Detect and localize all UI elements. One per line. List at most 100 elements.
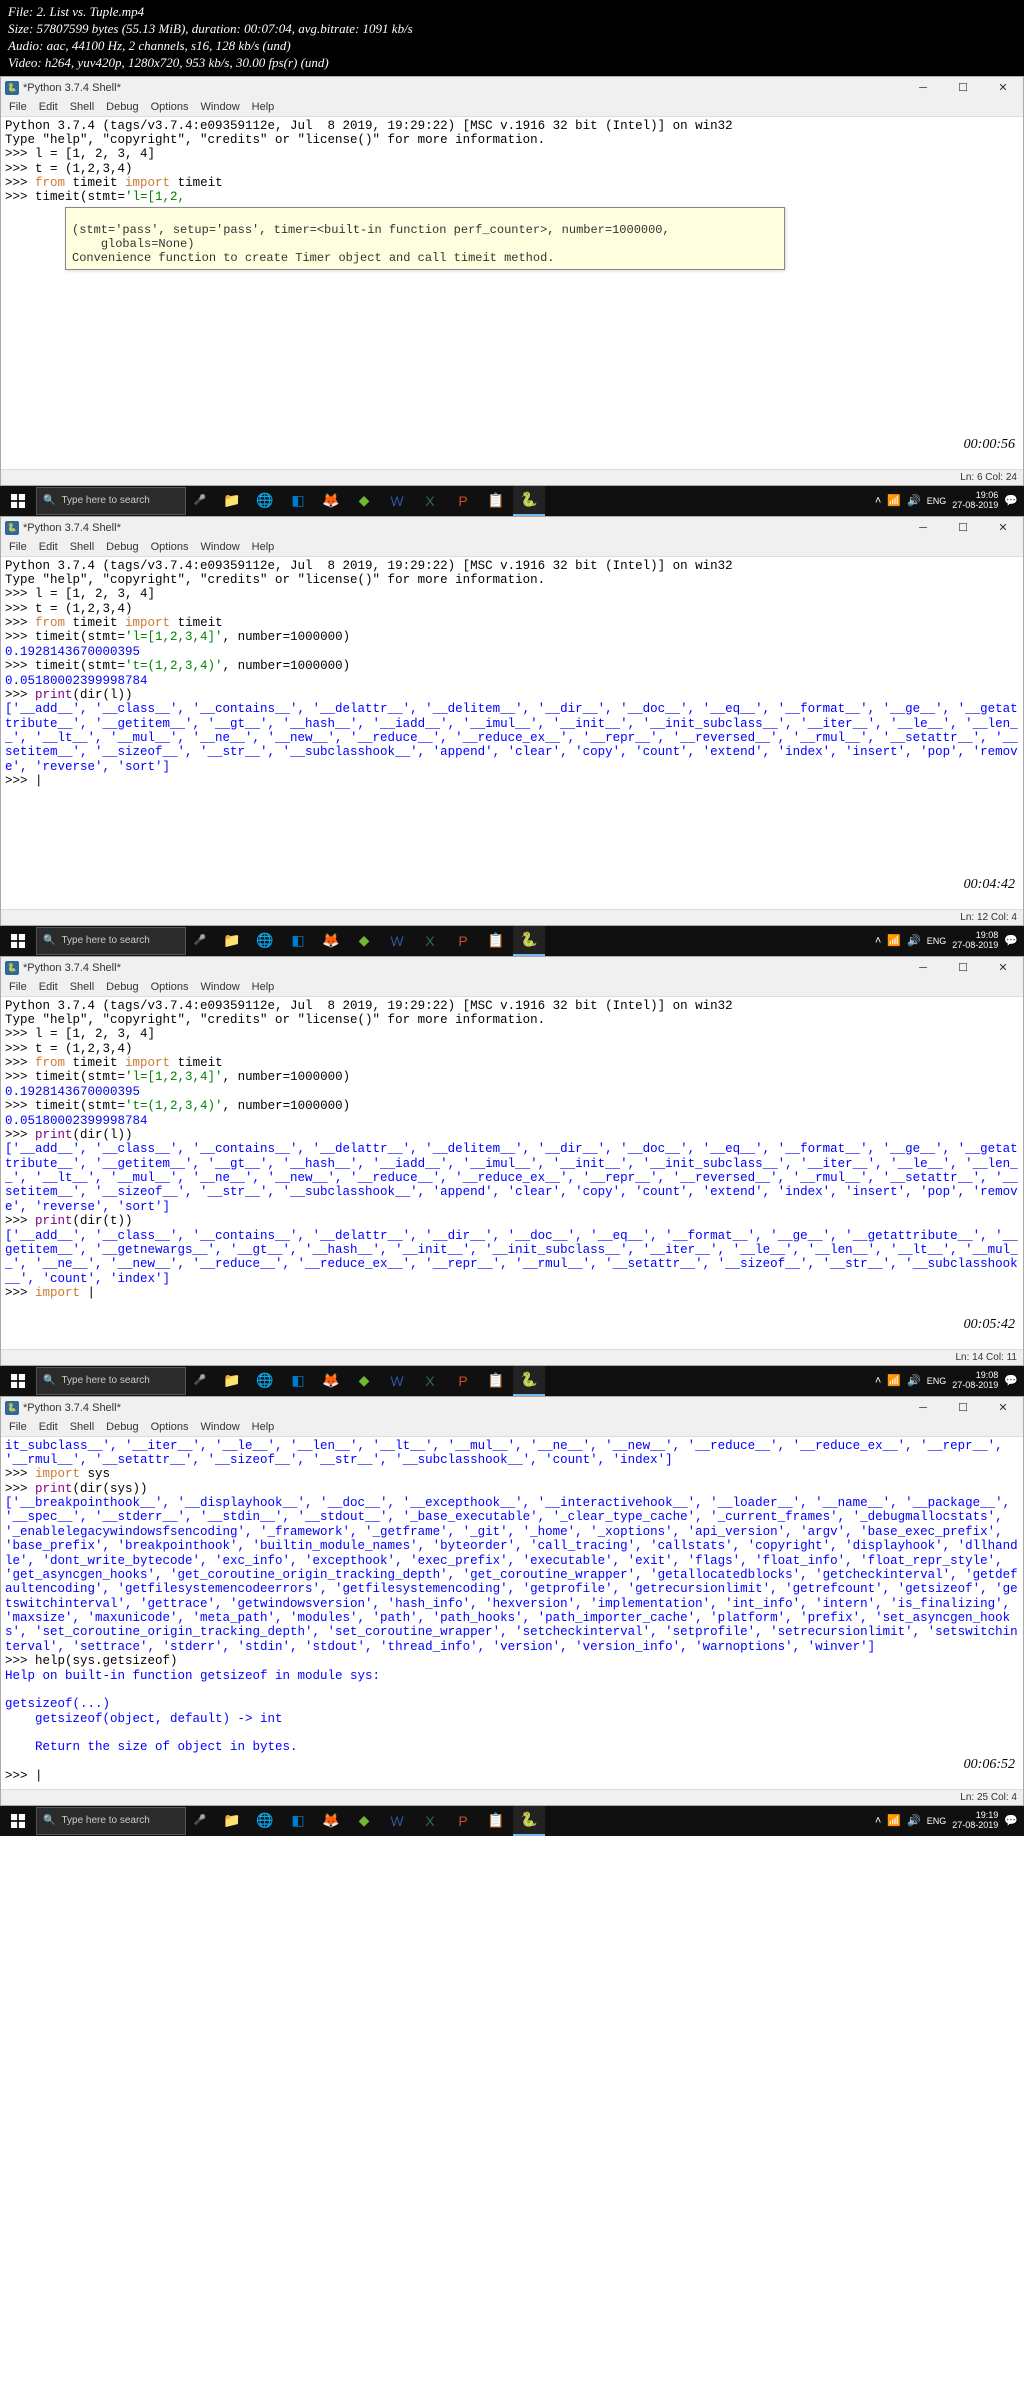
python-task-icon[interactable]: 🐍 <box>513 1366 545 1396</box>
minimize-button[interactable]: ─ <box>903 957 943 979</box>
excel-icon[interactable]: X <box>414 486 446 516</box>
menu-file[interactable]: File <box>5 100 31 114</box>
firefox-icon[interactable]: 🦊 <box>315 926 347 956</box>
tray-wifi-icon[interactable]: 📶 <box>887 1374 901 1387</box>
tray-lang[interactable]: ENG <box>927 936 947 946</box>
tray-lang[interactable]: ENG <box>927 1376 947 1386</box>
tray-notification-icon[interactable]: 💬 <box>1004 494 1018 507</box>
python-task-icon[interactable]: 🐍 <box>513 1806 545 1836</box>
task-icon[interactable]: 📋 <box>480 486 512 516</box>
start-button[interactable] <box>0 926 36 956</box>
start-button[interactable] <box>0 1366 36 1396</box>
taskbar-search[interactable]: 🔍Type here to search <box>36 927 186 955</box>
chrome-icon[interactable]: 🌐 <box>249 1806 281 1836</box>
tray-chevron-icon[interactable]: ˄ <box>875 1815 881 1827</box>
taskbar-search[interactable]: 🔍Type here to search <box>36 1807 186 1835</box>
word-icon[interactable]: W <box>381 1366 413 1396</box>
ppt-icon[interactable]: P <box>447 486 479 516</box>
menu-edit[interactable]: Edit <box>35 1420 62 1434</box>
menu-file[interactable]: File <box>5 980 31 994</box>
tray-volume-icon[interactable]: 🔊 <box>907 494 921 507</box>
chrome-icon[interactable]: 🌐 <box>249 1366 281 1396</box>
chrome-icon[interactable]: 🌐 <box>249 926 281 956</box>
vscode-icon[interactable]: ◧ <box>282 1806 314 1836</box>
ppt-icon[interactable]: P <box>447 1806 479 1836</box>
tray-volume-icon[interactable]: 🔊 <box>907 1814 921 1827</box>
excel-icon[interactable]: X <box>414 1366 446 1396</box>
menu-debug[interactable]: Debug <box>102 980 142 994</box>
tray-chevron-icon[interactable]: ˄ <box>875 1375 881 1387</box>
taskbar-clock[interactable]: 19:0827-08-2019 <box>952 1371 998 1390</box>
maximize-button[interactable]: ☐ <box>943 517 983 539</box>
ppt-icon[interactable]: P <box>447 1366 479 1396</box>
ppt-icon[interactable]: P <box>447 926 479 956</box>
shell-content[interactable]: Python 3.7.4 (tags/v3.7.4:e09359112e, Ju… <box>1 557 1023 909</box>
start-button[interactable] <box>0 486 36 516</box>
file-explorer-icon[interactable]: 📁 <box>216 1806 248 1836</box>
task-icon[interactable]: 📋 <box>480 1806 512 1836</box>
taskbar-search[interactable]: 🔍Type here to search <box>36 1367 186 1395</box>
minimize-button[interactable]: ─ <box>903 77 943 99</box>
menu-help[interactable]: Help <box>248 540 279 554</box>
cortana-mic-icon[interactable]: 🎤 <box>186 1815 214 1826</box>
word-icon[interactable]: W <box>381 926 413 956</box>
titlebar[interactable]: 🐍 *Python 3.7.4 Shell* ─ ☐ ✕ <box>1 517 1023 539</box>
minimize-button[interactable]: ─ <box>903 1397 943 1419</box>
python-task-icon[interactable]: 🐍 <box>513 486 545 516</box>
menu-debug[interactable]: Debug <box>102 540 142 554</box>
file-explorer-icon[interactable]: 📁 <box>216 1366 248 1396</box>
maximize-button[interactable]: ☐ <box>943 957 983 979</box>
file-explorer-icon[interactable]: 📁 <box>216 926 248 956</box>
menu-file[interactable]: File <box>5 1420 31 1434</box>
menu-file[interactable]: File <box>5 540 31 554</box>
python-task-icon[interactable]: 🐍 <box>513 926 545 956</box>
maximize-button[interactable]: ☐ <box>943 1397 983 1419</box>
menu-edit[interactable]: Edit <box>35 540 62 554</box>
close-button[interactable]: ✕ <box>983 1397 1023 1419</box>
menu-edit[interactable]: Edit <box>35 980 62 994</box>
tray-volume-icon[interactable]: 🔊 <box>907 934 921 947</box>
menu-shell[interactable]: Shell <box>66 100 98 114</box>
menu-edit[interactable]: Edit <box>35 100 62 114</box>
camtasia-icon[interactable]: ◆ <box>348 486 380 516</box>
menu-help[interactable]: Help <box>248 980 279 994</box>
start-button[interactable] <box>0 1806 36 1836</box>
menu-options[interactable]: Options <box>147 1420 193 1434</box>
maximize-button[interactable]: ☐ <box>943 77 983 99</box>
tray-notification-icon[interactable]: 💬 <box>1004 1374 1018 1387</box>
tray-wifi-icon[interactable]: 📶 <box>887 934 901 947</box>
close-button[interactable]: ✕ <box>983 957 1023 979</box>
tray-lang[interactable]: ENG <box>927 496 947 506</box>
shell-content[interactable]: Python 3.7.4 (tags/v3.7.4:e09359112e, Ju… <box>1 117 1023 469</box>
vscode-icon[interactable]: ◧ <box>282 926 314 956</box>
tray-notification-icon[interactable]: 💬 <box>1004 1814 1018 1827</box>
minimize-button[interactable]: ─ <box>903 517 943 539</box>
menu-window[interactable]: Window <box>197 100 244 114</box>
close-button[interactable]: ✕ <box>983 517 1023 539</box>
taskbar-clock[interactable]: 19:0627-08-2019 <box>952 491 998 510</box>
menu-options[interactable]: Options <box>147 980 193 994</box>
taskbar-clock[interactable]: 19:0827-08-2019 <box>952 931 998 950</box>
titlebar[interactable]: 🐍 *Python 3.7.4 Shell* ─ ☐ ✕ <box>1 77 1023 99</box>
titlebar[interactable]: 🐍 *Python 3.7.4 Shell* ─ ☐ ✕ <box>1 957 1023 979</box>
excel-icon[interactable]: X <box>414 1806 446 1836</box>
menu-options[interactable]: Options <box>147 540 193 554</box>
word-icon[interactable]: W <box>381 486 413 516</box>
menu-help[interactable]: Help <box>248 1420 279 1434</box>
tray-lang[interactable]: ENG <box>927 1816 947 1826</box>
tray-chevron-icon[interactable]: ˄ <box>875 935 881 947</box>
tray-wifi-icon[interactable]: 📶 <box>887 494 901 507</box>
tray-chevron-icon[interactable]: ˄ <box>875 495 881 507</box>
camtasia-icon[interactable]: ◆ <box>348 926 380 956</box>
taskbar-search[interactable]: 🔍Type here to search <box>36 487 186 515</box>
menu-window[interactable]: Window <box>197 980 244 994</box>
menu-shell[interactable]: Shell <box>66 980 98 994</box>
chrome-icon[interactable]: 🌐 <box>249 486 281 516</box>
tray-notification-icon[interactable]: 💬 <box>1004 934 1018 947</box>
menu-window[interactable]: Window <box>197 540 244 554</box>
vscode-icon[interactable]: ◧ <box>282 486 314 516</box>
menu-help[interactable]: Help <box>248 100 279 114</box>
menu-options[interactable]: Options <box>147 100 193 114</box>
task-icon[interactable]: 📋 <box>480 926 512 956</box>
tray-wifi-icon[interactable]: 📶 <box>887 1814 901 1827</box>
